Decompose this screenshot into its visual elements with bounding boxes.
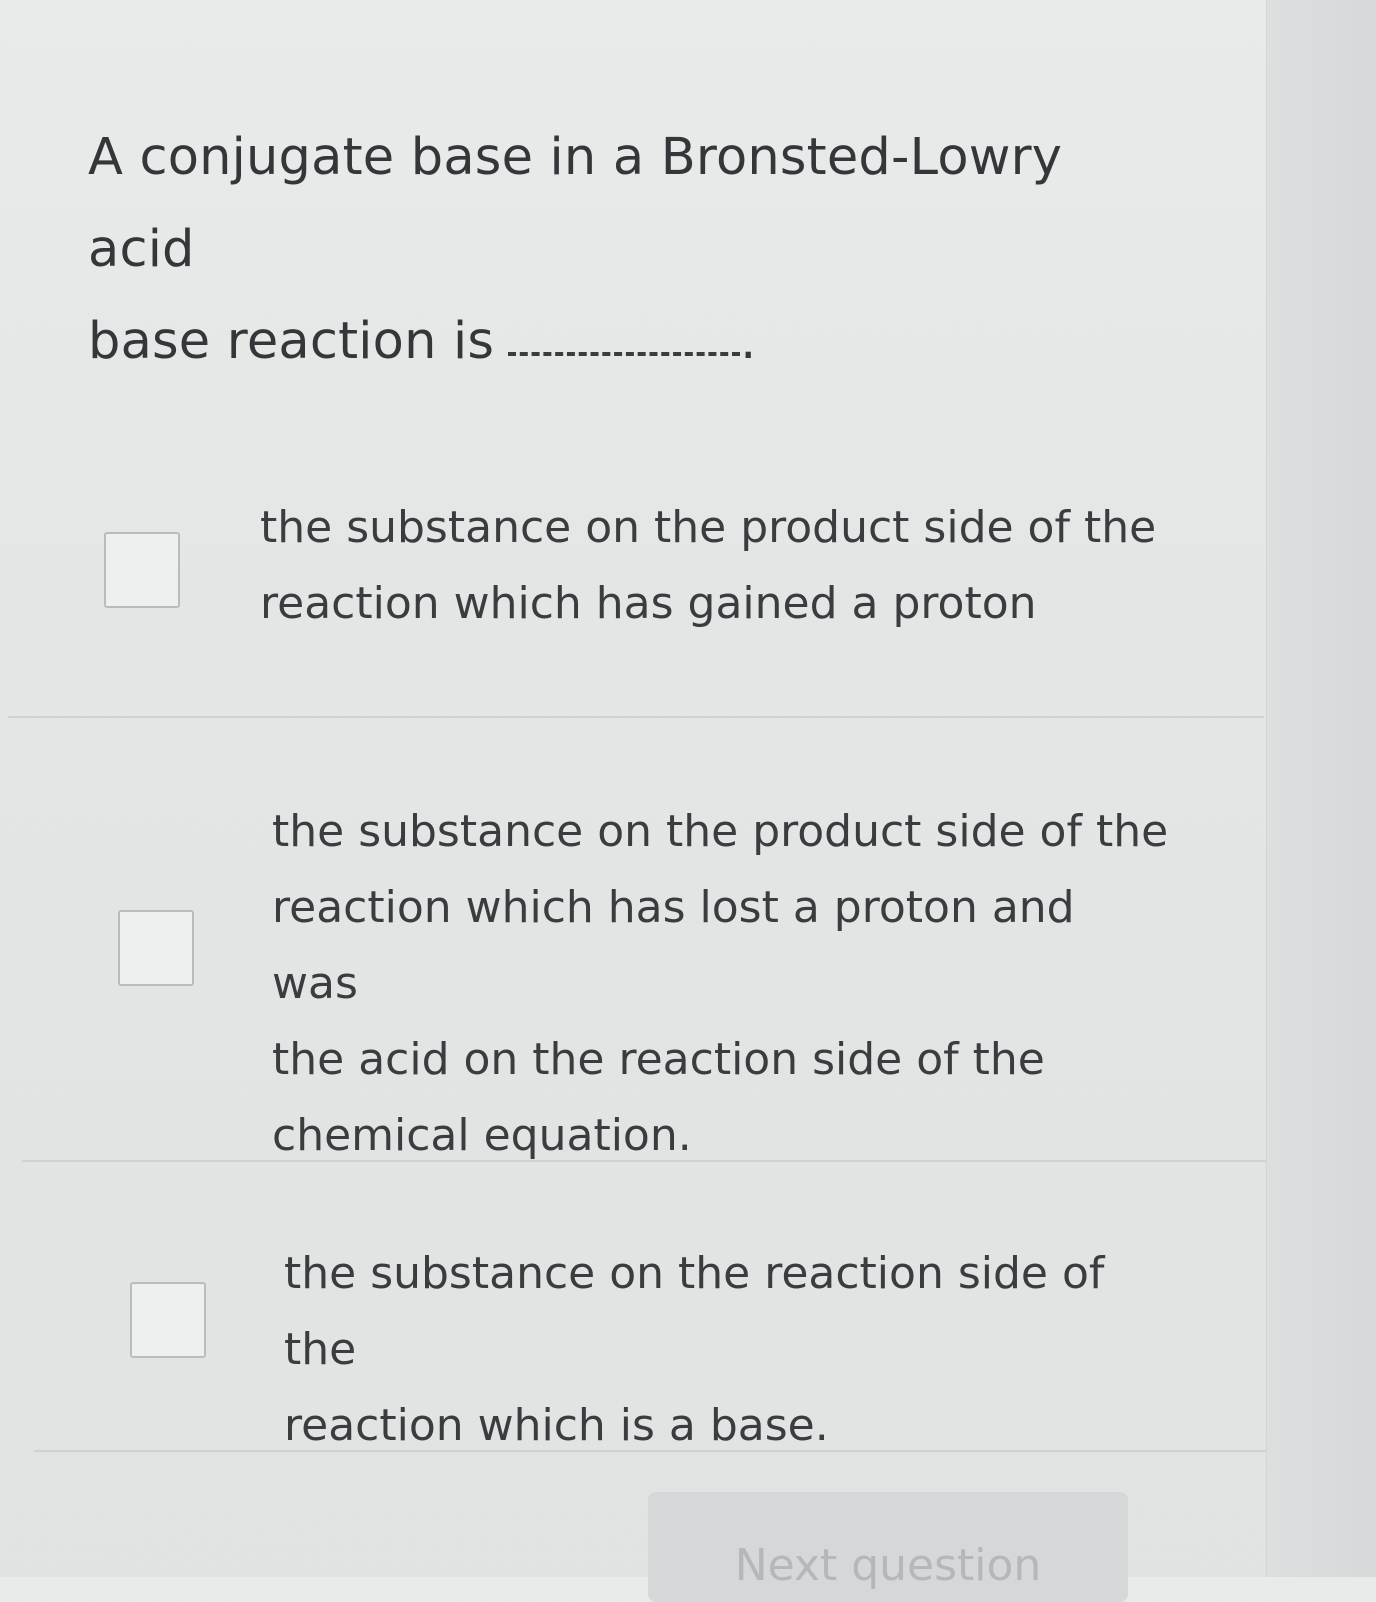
- question-prompt: A conjugate base in a Bronsted-Lowry aci…: [88, 112, 1168, 388]
- answer-option-1[interactable]: the substance on the product side of the…: [0, 490, 1266, 712]
- answer-option-3[interactable]: the substance on the reaction side of th…: [0, 1236, 1266, 1456]
- option-divider-2: [22, 1160, 1266, 1162]
- answer-option-2[interactable]: the substance on the product side of the…: [0, 794, 1266, 1161]
- option-3-checkbox[interactable]: [130, 1282, 206, 1358]
- option-3-line-2: reaction which is a base.: [284, 1400, 829, 1451]
- question-end-punct: .: [740, 312, 757, 371]
- option-divider-3: [34, 1450, 1266, 1452]
- option-3-label: the substance on the reaction side of th…: [284, 1236, 1184, 1464]
- option-divider-1: [8, 716, 1264, 718]
- option-2-checkbox[interactable]: [118, 910, 194, 986]
- option-1-label: the substance on the product side of the…: [260, 490, 1160, 642]
- page-edge: [1266, 0, 1376, 1577]
- option-3-line-1: the substance on the reaction side of th…: [284, 1248, 1105, 1375]
- option-2-line-2: reaction which has lost a proton and was: [272, 882, 1075, 1009]
- next-question-button[interactable]: Next question: [648, 1492, 1128, 1602]
- question-line-1: A conjugate base in a Bronsted-Lowry aci…: [88, 128, 1063, 279]
- quiz-card: A conjugate base in a Bronsted-Lowry aci…: [0, 0, 1266, 1602]
- question-line-2: base reaction is: [88, 312, 495, 371]
- option-2-label: the substance on the product side of the…: [272, 794, 1172, 1174]
- option-2-line-4: chemical equation.: [272, 1110, 692, 1161]
- option-2-line-1: the substance on the product side of the: [272, 806, 1169, 857]
- option-2-line-3: the acid on the reaction side of the: [272, 1034, 1045, 1085]
- answer-blank: [508, 332, 741, 356]
- option-1-line-1: the substance on the product side of the: [260, 502, 1157, 553]
- option-1-line-2: reaction which has gained a proton: [260, 578, 1037, 629]
- option-1-checkbox[interactable]: [104, 532, 180, 608]
